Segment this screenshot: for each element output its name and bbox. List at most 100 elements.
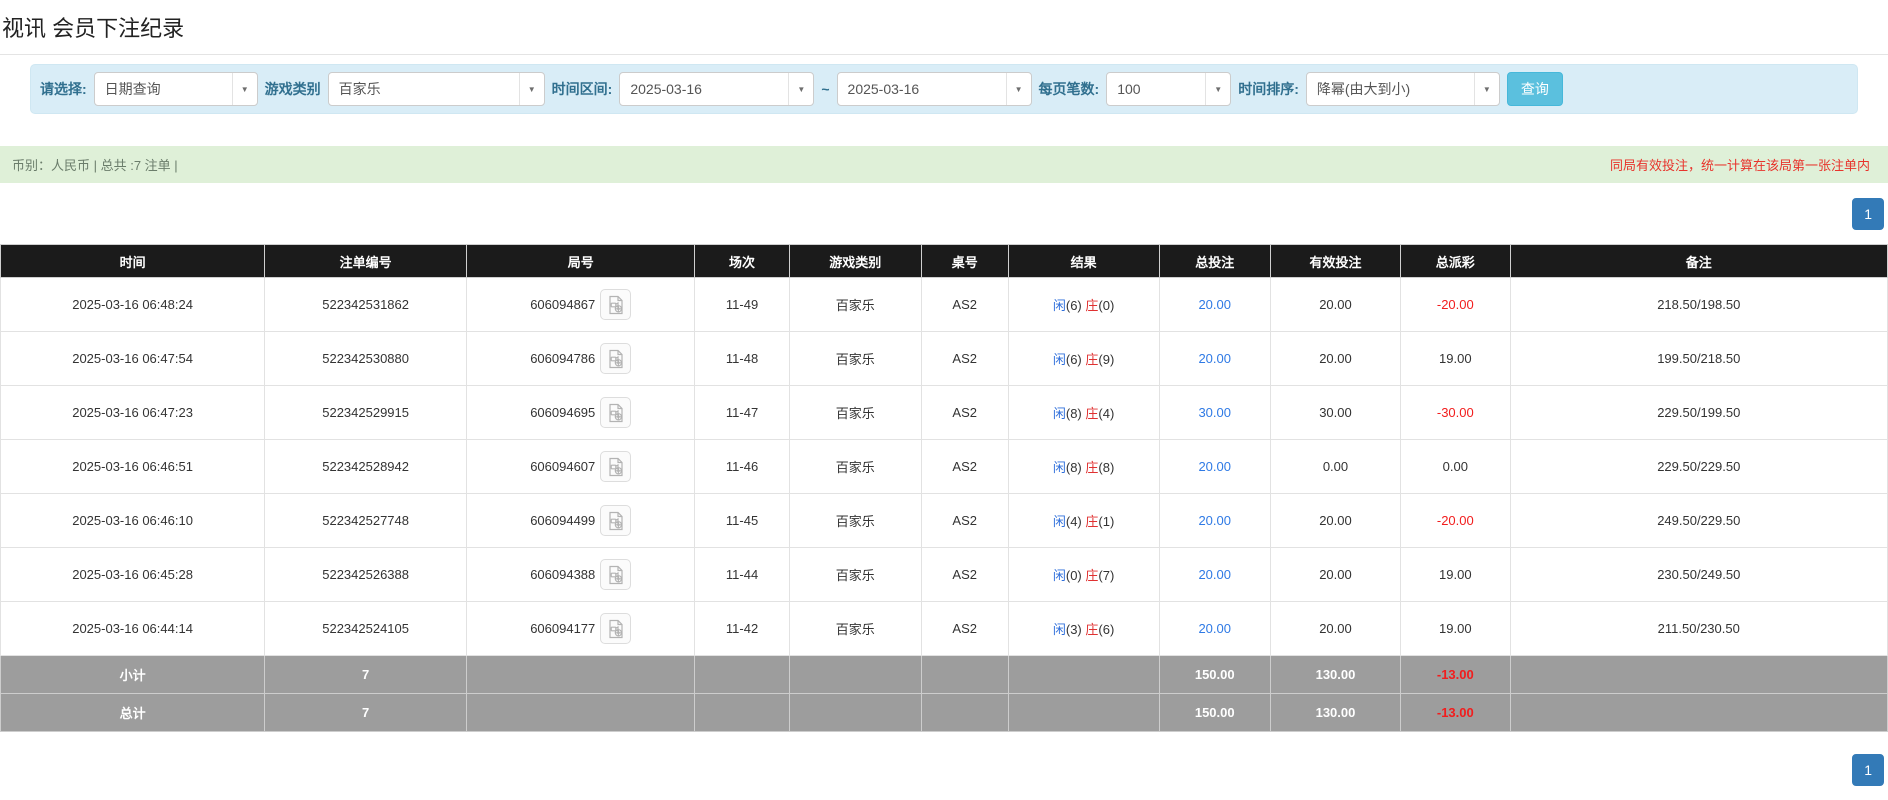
total-total-bet: 150.00 — [1159, 694, 1270, 732]
cell-session: 11-46 — [695, 440, 789, 494]
cell-round-id: 606094786 — [467, 332, 695, 386]
pagination-top: 1 — [0, 198, 1884, 230]
cell-bet-id: 522342526388 — [265, 548, 467, 602]
game-type-select[interactable]: 百家乐 ▼ — [328, 72, 545, 106]
cell-session: 11-45 — [695, 494, 789, 548]
search-button[interactable]: 查询 — [1507, 72, 1563, 106]
cell-game-type: 百家乐 — [789, 332, 921, 386]
query-mode-value: 日期查询 — [95, 79, 232, 99]
cell-bet-id: 522342531862 — [265, 278, 467, 332]
round-id-text: 606094177 — [530, 621, 595, 636]
result-player-score: (0) — [1066, 568, 1082, 583]
cell-game-type: 百家乐 — [789, 386, 921, 440]
sort-order-label: 时间排序: — [1238, 79, 1299, 99]
page-1-button[interactable]: 1 — [1852, 198, 1884, 230]
cell-valid-bet: 30.00 — [1270, 386, 1400, 440]
result-player-label: 闲 — [1053, 622, 1066, 637]
result-banker-label: 庄 — [1085, 406, 1098, 421]
result-banker-score: (1) — [1098, 514, 1114, 529]
sort-order-select[interactable]: 降幂(由大到小) ▼ — [1306, 72, 1500, 106]
result-banker-score: (4) — [1098, 406, 1114, 421]
table-row: 2025-03-16 06:47:23522342529915606094695… — [1, 386, 1888, 440]
cell-payout: 0.00 — [1401, 440, 1510, 494]
cell-remark: 249.50/229.50 — [1510, 494, 1887, 548]
total-empty — [467, 694, 695, 732]
cell-game-type: 百家乐 — [789, 602, 921, 656]
video-icon — [606, 349, 626, 369]
video-record-button[interactable] — [600, 451, 631, 482]
video-record-button[interactable] — [600, 613, 631, 644]
cell-total-bet: 20.00 — [1159, 440, 1270, 494]
round-id-text: 606094388 — [530, 567, 595, 582]
video-record-button[interactable] — [600, 397, 631, 428]
total-bet-link[interactable]: 20.00 — [1198, 297, 1231, 312]
subtotal-count: 7 — [265, 656, 467, 694]
date-from-select[interactable]: 2025-03-16 ▼ — [619, 72, 814, 106]
result-player-label: 闲 — [1053, 352, 1066, 367]
cell-result: 闲(0) 庄(7) — [1008, 548, 1159, 602]
pagination-bottom: 1 — [0, 754, 1884, 786]
bet-records-table: 时间 注单编号 局号 场次 游戏类别 桌号 结果 总投注 有效投注 总派彩 备注… — [0, 244, 1888, 732]
cell-time: 2025-03-16 06:48:24 — [1, 278, 265, 332]
video-record-button[interactable] — [600, 559, 631, 590]
total-bet-link[interactable]: 20.00 — [1198, 513, 1231, 528]
result-banker-score: (8) — [1098, 460, 1114, 475]
total-bet-link[interactable]: 20.00 — [1198, 567, 1231, 582]
cell-table-no: AS2 — [921, 602, 1008, 656]
total-bet-link[interactable]: 20.00 — [1198, 351, 1231, 366]
total-bet-link[interactable]: 20.00 — [1198, 459, 1231, 474]
header-result: 结果 — [1008, 245, 1159, 278]
cell-payout: 19.00 — [1401, 548, 1510, 602]
cell-round-id: 606094499 — [467, 494, 695, 548]
table-header-row: 时间 注单编号 局号 场次 游戏类别 桌号 结果 总投注 有效投注 总派彩 备注 — [1, 245, 1888, 278]
chevron-down-icon: ▼ — [1474, 73, 1499, 105]
result-player-label: 闲 — [1053, 460, 1066, 475]
cell-session: 11-44 — [695, 548, 789, 602]
result-banker-label: 庄 — [1085, 352, 1098, 367]
result-player-label: 闲 — [1053, 406, 1066, 421]
date-to-value: 2025-03-16 — [838, 81, 1006, 97]
video-record-button[interactable] — [600, 343, 631, 374]
subtotal-empty — [921, 656, 1008, 694]
table-row: 2025-03-16 06:46:51522342528942606094607… — [1, 440, 1888, 494]
game-type-value: 百家乐 — [329, 79, 519, 99]
result-banker-label: 庄 — [1085, 568, 1098, 583]
round-id-text: 606094786 — [530, 351, 595, 366]
cell-table-no: AS2 — [921, 494, 1008, 548]
query-mode-select[interactable]: 日期查询 ▼ — [94, 72, 258, 106]
subtotal-total-bet: 150.00 — [1159, 656, 1270, 694]
page-size-label: 每页笔数: — [1039, 79, 1100, 99]
result-banker-score: (0) — [1098, 298, 1114, 313]
cell-valid-bet: 0.00 — [1270, 440, 1400, 494]
result-banker-score: (6) — [1098, 622, 1114, 637]
header-payout: 总派彩 — [1401, 245, 1510, 278]
subtotal-empty — [789, 656, 921, 694]
date-to-select[interactable]: 2025-03-16 ▼ — [837, 72, 1032, 106]
total-bet-link[interactable]: 20.00 — [1198, 621, 1231, 636]
cell-payout: -30.00 — [1401, 386, 1510, 440]
chevron-down-icon: ▼ — [1205, 73, 1230, 105]
video-record-button[interactable] — [600, 505, 631, 536]
header-game-type: 游戏类别 — [789, 245, 921, 278]
page-size-value: 100 — [1107, 81, 1205, 97]
page-1-button[interactable]: 1 — [1852, 754, 1884, 786]
table-row: 2025-03-16 06:45:28522342526388606094388… — [1, 548, 1888, 602]
subtotal-label: 小计 — [1, 656, 265, 694]
video-icon — [606, 403, 626, 423]
cell-payout: -20.00 — [1401, 278, 1510, 332]
subtotal-payout: -13.00 — [1401, 656, 1510, 694]
subtotal-empty — [1510, 656, 1887, 694]
cell-result: 闲(6) 庄(0) — [1008, 278, 1159, 332]
total-label: 总计 — [1, 694, 265, 732]
video-icon — [606, 295, 626, 315]
subtotal-row: 小计 7 150.00 130.00 -13.00 — [1, 656, 1888, 694]
cell-session: 11-48 — [695, 332, 789, 386]
page-size-select[interactable]: 100 ▼ — [1106, 72, 1231, 106]
chevron-down-icon: ▼ — [788, 73, 813, 105]
total-bet-link[interactable]: 30.00 — [1198, 405, 1231, 420]
date-range-label: 时间区间: — [552, 79, 613, 99]
video-record-button[interactable] — [600, 289, 631, 320]
cell-round-id: 606094695 — [467, 386, 695, 440]
video-icon — [606, 619, 626, 639]
total-row: 总计 7 150.00 130.00 -13.00 — [1, 694, 1888, 732]
